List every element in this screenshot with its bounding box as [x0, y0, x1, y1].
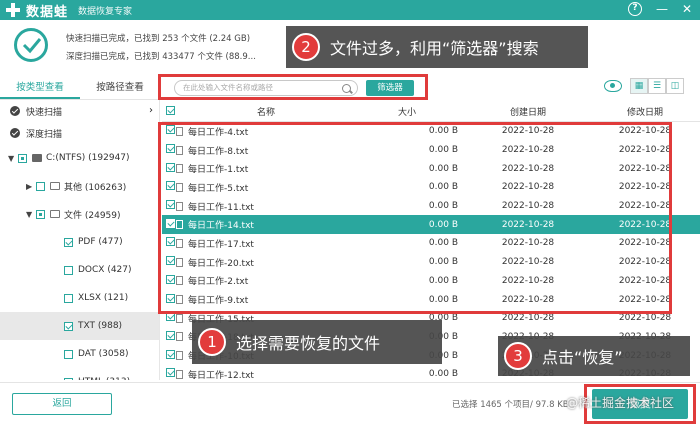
tree-checkbox[interactable] — [64, 237, 73, 247]
column-created[interactable]: 创建日期 — [466, 105, 590, 118]
tree-checkbox[interactable] — [36, 181, 45, 191]
tree-item-label: PDF (477) — [78, 237, 123, 247]
tree-item[interactable]: DAT (3058) — [0, 340, 159, 368]
file-icon — [176, 332, 183, 342]
tree-item[interactable]: ▼ C:(NTFS) (192947) — [0, 144, 159, 172]
scan-complete-check-icon — [14, 28, 48, 62]
tree-checkbox[interactable] — [64, 265, 73, 275]
callout-text: 选择需要恢复的文件 — [236, 334, 381, 353]
tab-by-path[interactable]: 按路径查看 — [80, 78, 160, 99]
folder-icon — [50, 210, 60, 218]
sidebar-item-deep-scan[interactable]: 深度扫描 — [0, 122, 159, 144]
sidebar-item-quick-scan[interactable]: 快速扫描 › — [0, 100, 159, 122]
file-icon — [176, 313, 183, 323]
app-subtitle: 数据恢复专家 — [78, 6, 133, 17]
window-controls: ? — ✕ — [627, 2, 692, 16]
expand-right-icon[interactable]: ▶ — [26, 182, 36, 191]
column-size[interactable]: 大小 — [356, 105, 466, 118]
callout-1: 1 选择需要恢复的文件 — [192, 320, 442, 364]
file-size: 0.00 B — [428, 369, 458, 380]
tree-item-label: 文件 (24959) — [64, 210, 121, 221]
expand-down-icon[interactable]: ▼ — [8, 154, 18, 163]
drive-icon — [32, 154, 42, 162]
tree-item[interactable]: TXT (988) — [0, 312, 159, 340]
row-checkbox[interactable] — [166, 349, 175, 359]
tree-item-label: DAT (3058) — [78, 349, 129, 359]
tree-item-label: HTML (313) — [78, 377, 130, 380]
app-name: 数据蛙 — [26, 4, 69, 20]
grid-view-icon[interactable]: ▦ — [630, 78, 648, 94]
close-button[interactable]: ✕ — [682, 2, 692, 16]
callout-number: 1 — [198, 328, 226, 356]
column-modified[interactable]: 修改日期 — [590, 105, 700, 118]
tree-item-label: C:(NTFS) (192947) — [46, 153, 130, 163]
deep-scan-status: 深度扫描已完成，已找到 433477 个文件 (88.9... — [66, 52, 256, 62]
chevron-right-icon[interactable]: › — [149, 105, 153, 116]
callout-2: 2 文件过多，利用“筛选器”搜索 — [286, 26, 588, 68]
table-header: 名称 大小 创建日期 修改日期 — [162, 102, 700, 122]
tree-item[interactable]: XLSX (121) — [0, 284, 159, 312]
app-logo-icon — [6, 3, 20, 17]
tree-item[interactable]: ▼ 文件 (24959) — [0, 200, 159, 228]
tree-checkbox[interactable] — [64, 377, 73, 380]
tree-item[interactable]: ▶ 其他 (106263) — [0, 172, 159, 200]
tree-checkbox[interactable] — [64, 293, 73, 303]
check-dot-icon — [10, 106, 20, 116]
select-all-checkbox[interactable] — [166, 105, 175, 115]
tree-item[interactable]: HTML (313) — [0, 368, 159, 380]
expand-down-icon[interactable]: ▼ — [26, 210, 36, 219]
list-view-icon[interactable]: ☰ — [648, 78, 666, 94]
title-bar: 数据蛙 数据恢复专家 ? — ✕ — [0, 0, 700, 20]
tree-item-label: XLSX (121) — [78, 293, 129, 303]
row-checkbox[interactable] — [166, 330, 175, 340]
sidebar-item-label: 深度扫描 — [26, 129, 63, 140]
callout-number: 2 — [292, 33, 320, 61]
callout-text: 点击“恢复” — [542, 348, 623, 367]
detail-view-icon[interactable]: ◫ — [666, 78, 684, 94]
watermark: @稀土掘金技术社区 — [566, 396, 675, 410]
tree-item[interactable]: PDF (477) — [0, 228, 159, 256]
view-tabs: 按类型查看 按路径查看 — [0, 78, 160, 100]
file-icon — [176, 369, 183, 379]
file-created: 2022-10-28 — [501, 313, 555, 324]
back-button[interactable]: 返回 — [12, 393, 112, 415]
tree-checkbox[interactable] — [64, 349, 73, 359]
rows-highlight-box — [158, 122, 672, 314]
callout-text: 文件过多，利用“筛选器”搜索 — [330, 39, 539, 58]
tree-checkbox[interactable] — [64, 321, 73, 331]
tree-item-label: 其他 (106263) — [64, 182, 127, 193]
row-checkbox[interactable] — [166, 368, 175, 378]
file-name: 每日工作-12.txt — [188, 370, 254, 381]
tree-item[interactable]: DOCX (427) — [0, 256, 159, 284]
check-dot-icon — [10, 128, 20, 138]
sidebar-item-label: 快速扫描 — [26, 107, 63, 118]
tree-checkbox[interactable] — [18, 153, 27, 163]
quick-scan-status: 快速扫描已完成，已找到 253 个文件 (2.24 GB) — [66, 34, 251, 44]
file-modified: 2022-10-28 — [618, 313, 672, 324]
folder-icon — [50, 182, 60, 190]
column-name[interactable]: 名称 — [176, 105, 356, 118]
view-mode-toggle: ▦ ☰ ◫ — [630, 78, 684, 94]
minimize-button[interactable]: — — [656, 2, 668, 16]
file-type-tree: ▼ C:(NTFS) (192947) ▶ 其他 (106263) ▼ 文件 (24959… — [0, 144, 159, 380]
sidebar: 快速扫描 › 深度扫描 ▼ C:(NTFS) (192947) ▶ 其他 (10626… — [0, 100, 160, 380]
preview-eye-icon[interactable] — [604, 80, 622, 92]
help-icon[interactable]: ? — [627, 2, 642, 16]
callout-number: 3 — [504, 342, 532, 370]
search-highlight-box — [158, 74, 428, 100]
callout-3: 3 点击“恢复” — [498, 336, 690, 376]
file-icon — [176, 351, 183, 361]
tree-checkbox[interactable] — [36, 209, 45, 219]
tree-item-label: TXT (988) — [78, 321, 123, 331]
selection-summary: 已选择 1465 个项目/ 97.8 KB — [452, 400, 569, 410]
tree-item-label: DOCX (427) — [78, 265, 132, 275]
tab-by-type[interactable]: 按类型查看 — [0, 78, 80, 99]
